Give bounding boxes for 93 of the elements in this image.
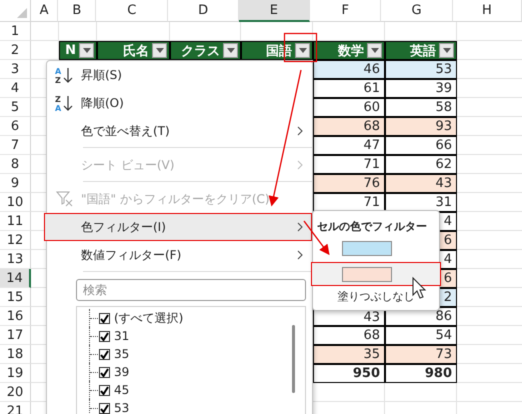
- color-option[interactable]: [311, 262, 441, 286]
- table-cell: 43: [385, 174, 457, 193]
- column-header[interactable]: G: [381, 0, 453, 22]
- caret-icon: [298, 48, 306, 53]
- value-label: 45: [114, 383, 130, 397]
- clear-filter-icon: [56, 191, 74, 207]
- column-header[interactable]: F: [310, 0, 382, 22]
- value-label: 35: [114, 347, 130, 361]
- checkbox[interactable]: [99, 330, 110, 342]
- row-header[interactable]: 14: [0, 269, 31, 288]
- row-header[interactable]: 1: [0, 22, 31, 41]
- table-cell: 61: [313, 79, 385, 98]
- filter-dropdown-button[interactable]: [295, 43, 310, 58]
- row-header[interactable]: 12: [0, 231, 31, 250]
- table-cell: 66: [385, 136, 457, 155]
- checkbox[interactable]: [99, 348, 110, 360]
- table-cell: 68: [313, 326, 385, 345]
- column-header[interactable]: H: [452, 0, 522, 22]
- row-header[interactable]: 10: [0, 193, 31, 212]
- checkbox[interactable]: [99, 312, 110, 324]
- arrow: [303, 220, 330, 256]
- filter-dropdown-button[interactable]: [152, 43, 167, 58]
- scrollbar-thumb[interactable]: [292, 325, 295, 393]
- column-title: 数学: [338, 42, 364, 60]
- row-header[interactable]: 18: [0, 345, 31, 364]
- menu-item[interactable]: 色フィルター(I): [44, 213, 312, 241]
- column-header[interactable]: E: [238, 0, 310, 22]
- row-header[interactable]: 20: [0, 383, 31, 402]
- table-cell: 71: [313, 193, 385, 212]
- table-cell: 68: [313, 117, 385, 136]
- chevron-right-icon: [297, 250, 303, 260]
- table-cell: 93: [385, 117, 457, 136]
- menu-item[interactable]: Z A 降順(O): [47, 89, 312, 117]
- caret-icon: [442, 48, 450, 53]
- table-cell: 980: [385, 364, 457, 383]
- chevron-right-icon: [297, 222, 303, 232]
- row-header[interactable]: 7: [0, 136, 31, 155]
- empty-cell: [31, 22, 59, 41]
- table-cell: 73: [385, 345, 457, 364]
- table-cell: 71: [313, 155, 385, 174]
- caret-icon: [82, 48, 90, 53]
- column-title: クラス: [181, 42, 220, 60]
- caret-icon: [226, 48, 234, 53]
- row-header[interactable]: 2: [0, 41, 31, 60]
- row-header[interactable]: 3: [0, 60, 31, 79]
- table-cell: 76: [313, 174, 385, 193]
- column-title: 氏名: [123, 42, 149, 60]
- row-header[interactable]: 17: [0, 326, 31, 345]
- table-cell: 53: [385, 60, 457, 79]
- table-cell: 31: [385, 193, 457, 212]
- caret-icon: [370, 48, 378, 53]
- search-field[interactable]: 検索: [76, 279, 306, 301]
- checkbox[interactable]: [99, 384, 110, 396]
- value-label: (すべて選択): [114, 310, 184, 326]
- row-header[interactable]: 15: [0, 288, 31, 307]
- row-header[interactable]: 11: [0, 212, 31, 231]
- value-label: 39: [114, 365, 130, 379]
- table-cell: 47: [313, 136, 385, 155]
- filter-dropdown-button[interactable]: [223, 43, 238, 58]
- table-cell: 60: [313, 98, 385, 117]
- row-header[interactable]: 16: [0, 307, 31, 326]
- filter-dropdown-button[interactable]: [79, 43, 94, 58]
- menu-item[interactable]: 数値フィルター(F): [47, 241, 312, 275]
- caret-icon: [156, 48, 164, 53]
- row-header[interactable]: 19: [0, 364, 31, 383]
- filter-dropdown-button[interactable]: [439, 43, 454, 58]
- table-cell: 58: [385, 98, 457, 117]
- row-header[interactable]: 8: [0, 155, 31, 174]
- table-cell: 46: [313, 60, 385, 79]
- table-cell: 950: [313, 364, 385, 383]
- row-header[interactable]: 4: [0, 79, 31, 98]
- chevron-right-icon: [297, 126, 303, 136]
- table-cell: 35: [313, 345, 385, 364]
- chevron-right-icon: [297, 160, 303, 170]
- menu-item[interactable]: A Z 昇順(S): [47, 61, 312, 89]
- checkbox[interactable]: [99, 402, 110, 414]
- menu-item[interactable]: 色で並べ替え(T): [47, 117, 312, 151]
- table-cell: 54: [385, 326, 457, 345]
- column-header[interactable]: C: [96, 0, 168, 22]
- filter-dropdown-button[interactable]: [367, 43, 382, 58]
- row-header[interactable]: 9: [0, 174, 31, 193]
- checkbox[interactable]: [99, 366, 110, 378]
- row-header[interactable]: 5: [0, 98, 31, 117]
- column-title: N: [65, 43, 76, 58]
- column-header[interactable]: A: [30, 0, 58, 22]
- mouse-cursor-icon: [412, 276, 426, 299]
- row-header[interactable]: 6: [0, 117, 31, 136]
- column-title: 英語: [410, 42, 436, 60]
- value-label: 31: [114, 329, 130, 343]
- table-cell: 62: [385, 155, 457, 174]
- table-cell: 39: [385, 79, 457, 98]
- column-header[interactable]: B: [58, 0, 96, 22]
- value-label: 53: [114, 401, 130, 414]
